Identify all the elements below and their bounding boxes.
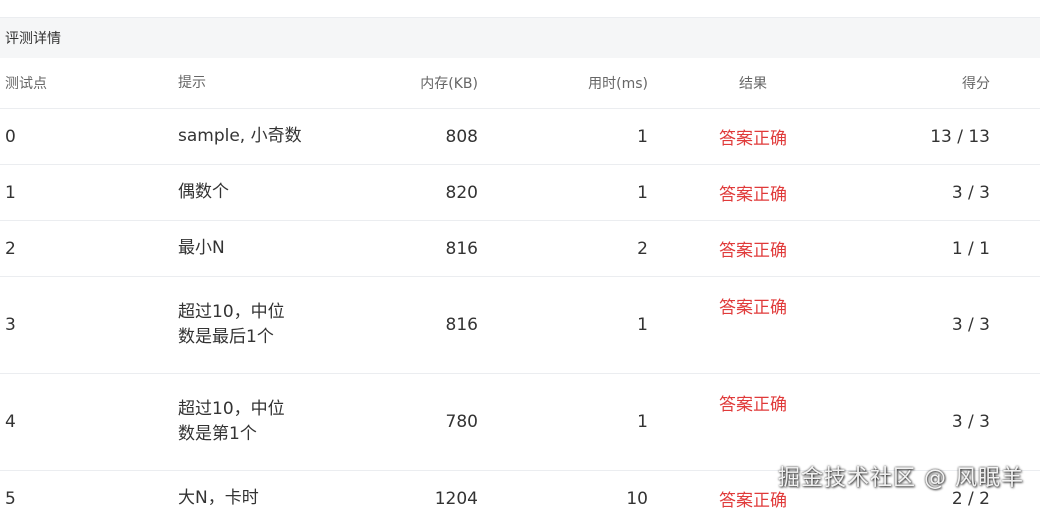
cell-memory: 808 bbox=[378, 108, 478, 165]
section-title: 评测详情 bbox=[5, 31, 61, 47]
cell-id: 3 bbox=[0, 276, 178, 374]
col-header-spacer bbox=[990, 58, 1040, 109]
cell-result: 答案正确 bbox=[648, 373, 858, 471]
hint-line: 大N，卡时 bbox=[178, 488, 259, 508]
col-header-score: 得分 bbox=[858, 58, 990, 109]
cell-time: 2 bbox=[478, 220, 648, 277]
cell-hint: 大N，卡时 bbox=[178, 470, 378, 508]
cell-time: 1 bbox=[478, 373, 648, 471]
result-status: 答案正确 bbox=[719, 491, 787, 508]
cell-score: 3 / 3 bbox=[858, 373, 990, 471]
cell-id: 2 bbox=[0, 220, 178, 277]
cell-result: 答案正确 bbox=[648, 164, 858, 221]
cell-id: 5 bbox=[0, 470, 178, 508]
cell-time: 1 bbox=[478, 108, 648, 165]
table-row: 0 sample, 小奇数 808 1 答案正确 13 / 13 bbox=[0, 108, 1040, 165]
cell-time: 10 bbox=[478, 470, 648, 508]
cell-time: 1 bbox=[478, 164, 648, 221]
cell-result: 答案正确 bbox=[648, 276, 858, 374]
judge-details-page: 评测详情 测试点 提示 内存(KB) 用时(ms) 结果 得分 0 sample… bbox=[0, 0, 1040, 508]
cell-spacer bbox=[990, 276, 1040, 374]
col-header-result: 结果 bbox=[648, 58, 858, 109]
hint-line: 数是第1个 bbox=[178, 424, 257, 444]
hint-line: 超过10，中位 bbox=[178, 302, 285, 322]
cell-score: 13 / 13 bbox=[858, 108, 990, 165]
table-header-row: 测试点 提示 内存(KB) 用时(ms) 结果 得分 bbox=[0, 58, 1040, 109]
cell-id: 4 bbox=[0, 373, 178, 471]
results-table: 测试点 提示 内存(KB) 用时(ms) 结果 得分 0 sample, 小奇数… bbox=[0, 58, 1040, 508]
result-status: 答案正确 bbox=[719, 298, 787, 318]
cell-memory: 780 bbox=[378, 373, 478, 471]
cell-memory: 820 bbox=[378, 164, 478, 221]
cell-id: 0 bbox=[0, 108, 178, 165]
hint-line: 最小N bbox=[178, 238, 225, 258]
col-header-id: 测试点 bbox=[0, 58, 178, 109]
cell-spacer bbox=[990, 164, 1040, 221]
hint-line: 偶数个 bbox=[178, 182, 229, 202]
result-status: 答案正确 bbox=[719, 129, 787, 149]
cell-spacer bbox=[990, 108, 1040, 165]
cell-hint: sample, 小奇数 bbox=[178, 108, 378, 165]
cell-result: 答案正确 bbox=[648, 108, 858, 165]
col-header-time: 用时(ms) bbox=[478, 58, 648, 109]
result-status: 答案正确 bbox=[719, 185, 787, 205]
watermark: 掘金技术社区 @ 风眠羊 bbox=[778, 466, 1024, 491]
cell-spacer bbox=[990, 220, 1040, 277]
hint-line: 超过10，中位 bbox=[178, 399, 285, 419]
table-row: 1 偶数个 820 1 答案正确 3 / 3 bbox=[0, 164, 1040, 221]
table-row: 2 最小N 816 2 答案正确 1 / 1 bbox=[0, 220, 1040, 277]
cell-time: 1 bbox=[478, 276, 648, 374]
cell-id: 1 bbox=[0, 164, 178, 221]
cell-score: 1 / 1 bbox=[858, 220, 990, 277]
cell-hint: 超过10，中位 数是最后1个 bbox=[178, 276, 378, 374]
top-strip bbox=[0, 0, 1040, 18]
cell-spacer bbox=[990, 373, 1040, 471]
cell-result: 答案正确 bbox=[648, 220, 858, 277]
cell-hint: 超过10，中位 数是第1个 bbox=[178, 373, 378, 471]
cell-hint: 最小N bbox=[178, 220, 378, 277]
section-header: 评测详情 bbox=[0, 18, 1040, 58]
col-header-hint: 提示 bbox=[178, 58, 378, 109]
cell-memory: 816 bbox=[378, 220, 478, 277]
cell-score: 3 / 3 bbox=[858, 164, 990, 221]
hint-line: 数是最后1个 bbox=[178, 327, 274, 347]
table-row: 3 超过10，中位 数是最后1个 816 1 答案正确 3 / 3 bbox=[0, 276, 1040, 374]
result-status: 答案正确 bbox=[719, 395, 787, 415]
cell-hint: 偶数个 bbox=[178, 164, 378, 221]
result-status: 答案正确 bbox=[719, 241, 787, 261]
col-header-memory: 内存(KB) bbox=[378, 58, 478, 109]
cell-memory: 816 bbox=[378, 276, 478, 374]
hint-line: sample, 小奇数 bbox=[178, 126, 302, 146]
cell-score: 3 / 3 bbox=[858, 276, 990, 374]
cell-memory: 1204 bbox=[378, 470, 478, 508]
table-row: 4 超过10，中位 数是第1个 780 1 答案正确 3 / 3 bbox=[0, 373, 1040, 471]
